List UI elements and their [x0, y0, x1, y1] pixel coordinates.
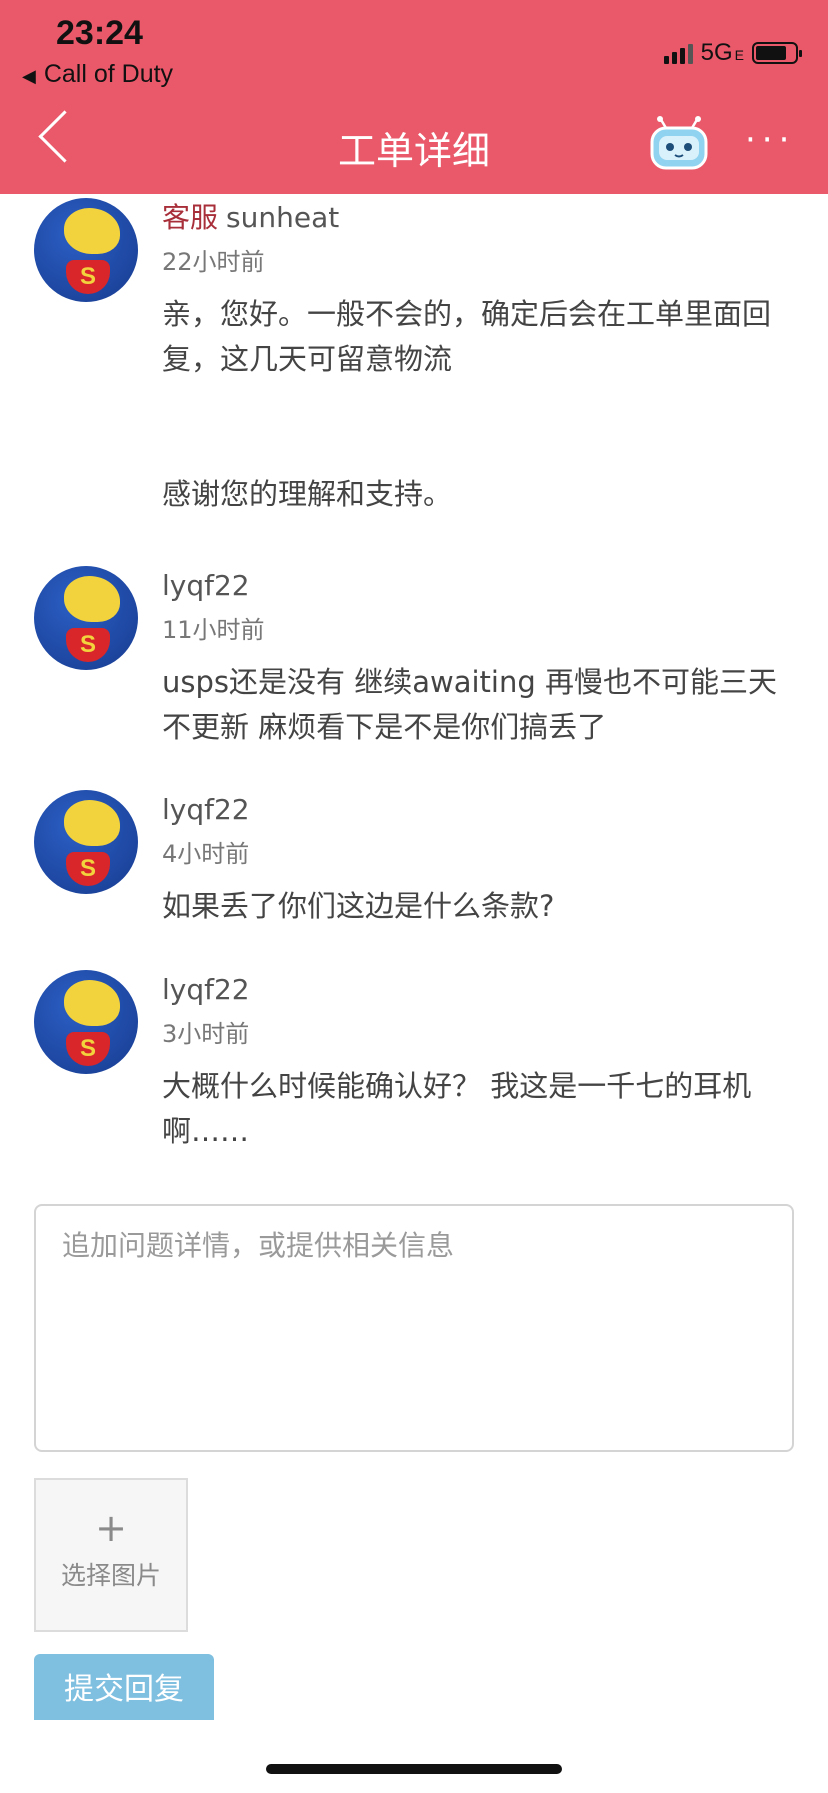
- select-image-button[interactable]: + 选择图片: [34, 1478, 188, 1632]
- battery-icon: [752, 42, 802, 64]
- home-indicator: [266, 1764, 562, 1774]
- message-author: lyqf22: [162, 973, 250, 1006]
- avatar: S: [34, 198, 138, 302]
- back-to-app-link[interactable]: ◀ Call of Duty: [22, 60, 173, 89]
- message-time: 11小时前: [162, 616, 265, 644]
- status-indicators: 5G E: [663, 38, 802, 68]
- more-options-icon[interactable]: ···: [745, 123, 795, 157]
- message-author: 客服 sunheat: [162, 201, 340, 234]
- message-text-closing: 感谢您的理解和支持。: [162, 477, 453, 511]
- avatar: S: [34, 566, 138, 670]
- message-time: 3小时前: [162, 1020, 250, 1048]
- network-label: 5G E: [700, 39, 744, 66]
- app-header: 23:24 ◀ Call of Duty 5G E 工单详细 ···: [0, 0, 828, 194]
- message-text: 大概什么时候能确认好？ 我这是一千七的耳机啊……: [162, 1069, 752, 1148]
- avatar: S: [34, 970, 138, 1074]
- avatar: S: [34, 790, 138, 894]
- staff-role-label: 客服: [162, 201, 219, 234]
- message-text: 亲，您好。一般不会的，确定后会在工单里面回复，这几天可留意物流: [162, 297, 772, 376]
- back-app-label: Call of Duty: [43, 60, 174, 88]
- select-image-label: 选择图片: [60, 1561, 161, 1590]
- robot-assistant-icon[interactable]: [648, 116, 710, 172]
- message-text: usps还是没有 继续awaiting 再慢也不可能三天不更新 麻烦看下是不是你…: [162, 665, 777, 744]
- status-time: 23:24: [56, 14, 143, 52]
- message-time: 4小时前: [162, 840, 250, 868]
- message-time: 22小时前: [162, 248, 265, 276]
- message-author: lyqf22: [162, 569, 250, 602]
- plus-icon: +: [95, 1506, 127, 1550]
- signal-icon: [663, 42, 693, 64]
- message-author: lyqf22: [162, 793, 250, 826]
- reply-placeholder: 追加问题详情，或提供相关信息: [62, 1229, 455, 1262]
- message-text: 如果丢了你们这边是什么条款?: [162, 889, 555, 923]
- reply-textarea[interactable]: 追加问题详情，或提供相关信息: [34, 1204, 794, 1452]
- submit-reply-button[interactable]: 提交回复: [34, 1654, 214, 1720]
- back-triangle-icon: ◀: [22, 66, 36, 86]
